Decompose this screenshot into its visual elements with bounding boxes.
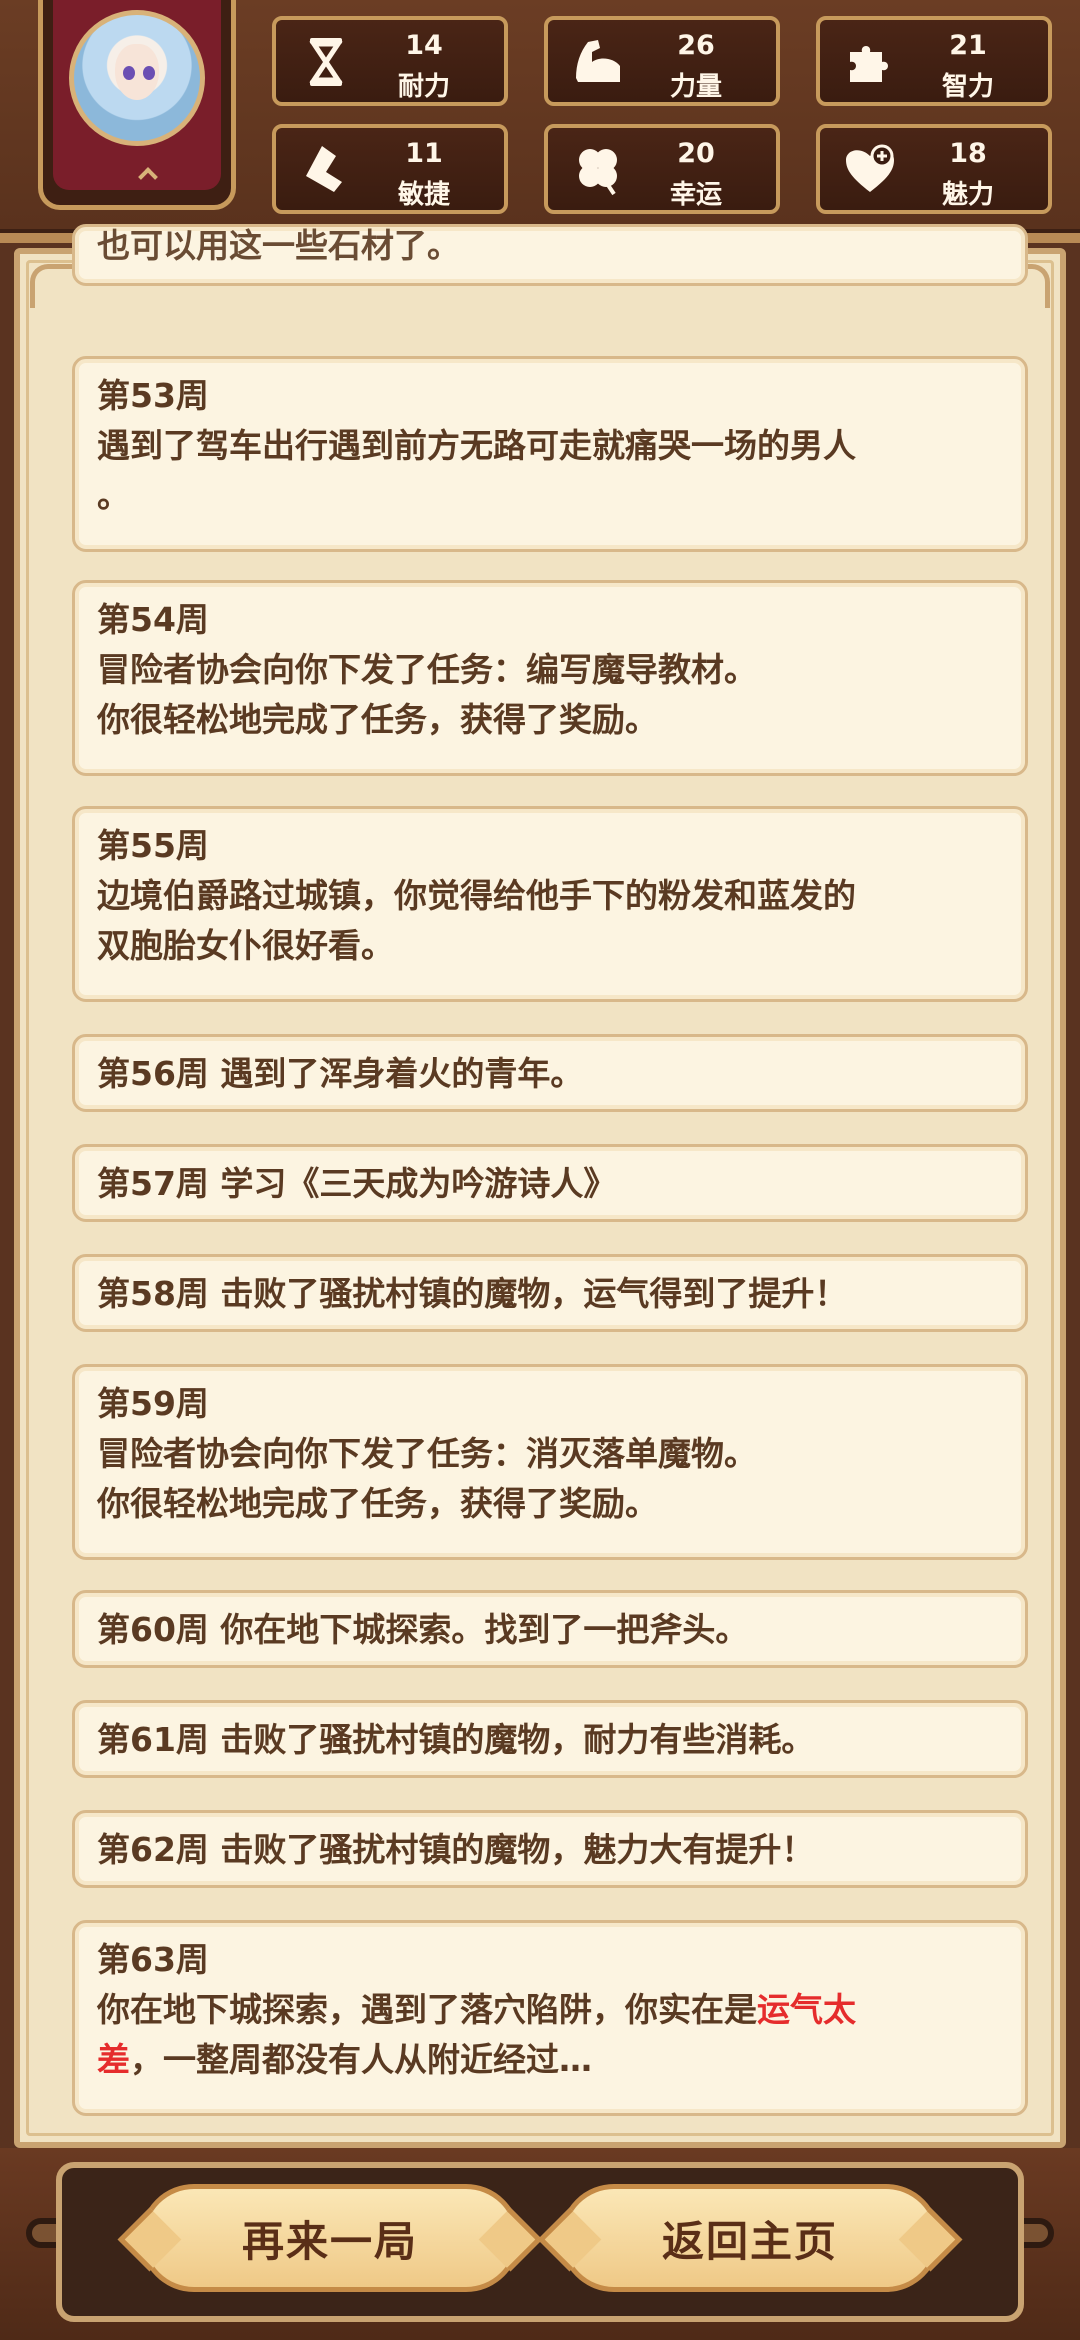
entry-week: 第60周	[97, 1610, 221, 1649]
stat-label: 幸运	[669, 180, 722, 210]
list-item: 也可以用这一些石材了。	[72, 224, 1028, 286]
entry-text: 学习《三天成为吟游诗人》	[220, 1164, 617, 1203]
entry-week: 第57周	[97, 1164, 221, 1203]
return-home-button[interactable]: 返回主页	[560, 2184, 940, 2292]
entry-week: 第61周	[97, 1720, 221, 1759]
stat-value: 14	[405, 30, 443, 61]
list-item: 第57周 学习《三天成为吟游诗人》	[72, 1144, 1028, 1222]
puzzle-piece-icon	[850, 46, 888, 82]
entry-text: 击败了骚扰村镇的魔物，运气得到了提升！	[220, 1274, 848, 1313]
stat-value: 21	[949, 30, 987, 61]
entry-text: 你在地下城探索。找到了一把斧头。	[220, 1610, 749, 1649]
list-item: 第58周 击败了骚扰村镇的魔物，运气得到了提升！	[72, 1254, 1028, 1332]
stat-value: 26	[677, 30, 715, 61]
stat-value: 11	[405, 138, 443, 169]
list-item: 第56周 遇到了浑身着火的青年。	[72, 1034, 1028, 1112]
boot-icon	[306, 146, 342, 192]
bottom-action-bar: 再来一局 返回主页	[0, 2148, 1080, 2340]
stat-value: 18	[949, 138, 987, 169]
list-item: 第61周 击败了骚扰村镇的魔物，耐力有些消耗。	[72, 1700, 1028, 1778]
avatar-eye-left	[123, 66, 135, 80]
character-portrait[interactable]	[38, 0, 236, 210]
replay-button[interactable]: 再来一局	[140, 2184, 520, 2292]
entry-week: 第53周	[97, 376, 209, 415]
stat-label: 耐力	[397, 72, 450, 102]
stat-charm: 18 魅力	[816, 124, 1052, 214]
entry-week: 第55周	[97, 826, 209, 865]
stat-label: 敏捷	[397, 180, 450, 210]
entry-text: 你很轻松地完成了任务，获得了奖励。	[97, 700, 658, 739]
list-item: 第60周 你在地下城探索。找到了一把斧头。	[72, 1590, 1028, 1668]
stat-agility: 11 敏捷	[272, 124, 508, 214]
event-log-panel[interactable]: 也可以用这一些石材了。 第53周 遇到了驾车出行遇到前方无路可走就痛哭一场的男人…	[14, 224, 1066, 2148]
stat-endurance: 14 耐力	[272, 16, 508, 106]
muscle-arm-icon	[576, 40, 620, 82]
entry-text: 边境伯爵路过城镇，你觉得给他手下的粉发和蓝发的	[97, 876, 856, 915]
stat-value: 20	[677, 138, 715, 169]
list-item: 第53周 遇到了驾车出行遇到前方无路可走就痛哭一场的男人 。	[72, 356, 1028, 552]
clover-icon	[579, 149, 617, 196]
entry-text: 遇到了驾车出行遇到前方无路可走就痛哭一场的男人	[97, 426, 856, 465]
entry-text: 你很轻松地完成了任务，获得了奖励。	[97, 1484, 658, 1523]
entry-week: 第62周	[97, 1830, 221, 1869]
list-item: 第59周 冒险者协会向你下发了任务：消灭落单魔物。 你很轻松地完成了任务，获得了…	[72, 1364, 1028, 1560]
entry-text: 也可以用这一些石材了。	[97, 226, 460, 265]
entry-text: 差，一整周都没有人从附近经过…	[97, 2035, 1003, 2085]
top-header: 14 耐力 26 力量 21 智力 11 敏捷 20 幸运 18 魅力	[0, 0, 1080, 243]
entry-text: 遇到了浑身着火的青年。	[220, 1054, 584, 1093]
entry-week: 第54周	[97, 600, 209, 639]
entry-text-segment: 你在地下城探索，遇到了落穴陷阱，你实在是	[97, 1990, 757, 2029]
entry-week: 第59周	[97, 1384, 209, 1423]
entry-text: 冒险者协会向你下发了任务：消灭落单魔物。	[97, 1434, 757, 1473]
highlight-text: 运气太	[757, 1990, 856, 2029]
list-item: 第63周 你在地下城探索，遇到了落穴陷阱，你实在是运气太 差，一整周都没有人从附…	[72, 1920, 1028, 2116]
stat-label: 魅力	[941, 180, 994, 210]
hourglass-icon	[309, 38, 343, 86]
heart-plus-icon	[846, 144, 894, 192]
entry-text: 你在地下城探索，遇到了落穴陷阱，你实在是运气太	[97, 1985, 1003, 2035]
entry-text-segment: ，一整周都没有人从附近经过…	[130, 2040, 592, 2079]
entry-text: 。	[97, 476, 130, 515]
stat-label: 智力	[941, 72, 994, 102]
highlight-text: 差	[97, 2040, 130, 2079]
stat-label: 力量	[669, 72, 722, 102]
entry-text: 双胞胎女仆很好看。	[97, 926, 394, 965]
list-item: 第54周 冒险者协会向你下发了任务：编写魔导教材。 你很轻松地完成了任务，获得了…	[72, 580, 1028, 776]
entry-week: 第56周	[97, 1054, 221, 1093]
stat-intelligence: 21 智力	[816, 16, 1052, 106]
entry-text: 击败了骚扰村镇的魔物，魅力大有提升！	[220, 1830, 815, 1869]
entry-text: 击败了骚扰村镇的魔物，耐力有些消耗。	[220, 1720, 815, 1759]
entry-week: 第63周	[97, 1940, 209, 1979]
chevron-up-icon	[138, 167, 158, 187]
entry-text: 冒险者协会向你下发了任务：编写魔导教材。	[97, 650, 757, 689]
avatar-eye-right	[143, 66, 155, 80]
corner-ornament	[30, 264, 74, 308]
list-item: 第62周 击败了骚扰村镇的魔物，魅力大有提升！	[72, 1810, 1028, 1888]
entry-week: 第58周	[97, 1274, 221, 1313]
portrait-background	[53, 0, 221, 190]
stat-luck: 20 幸运	[544, 124, 780, 214]
list-item: 第55周 边境伯爵路过城镇，你觉得给他手下的粉发和蓝发的 双胞胎女仆很好看。	[72, 806, 1028, 1002]
stat-strength: 26 力量	[544, 16, 780, 106]
